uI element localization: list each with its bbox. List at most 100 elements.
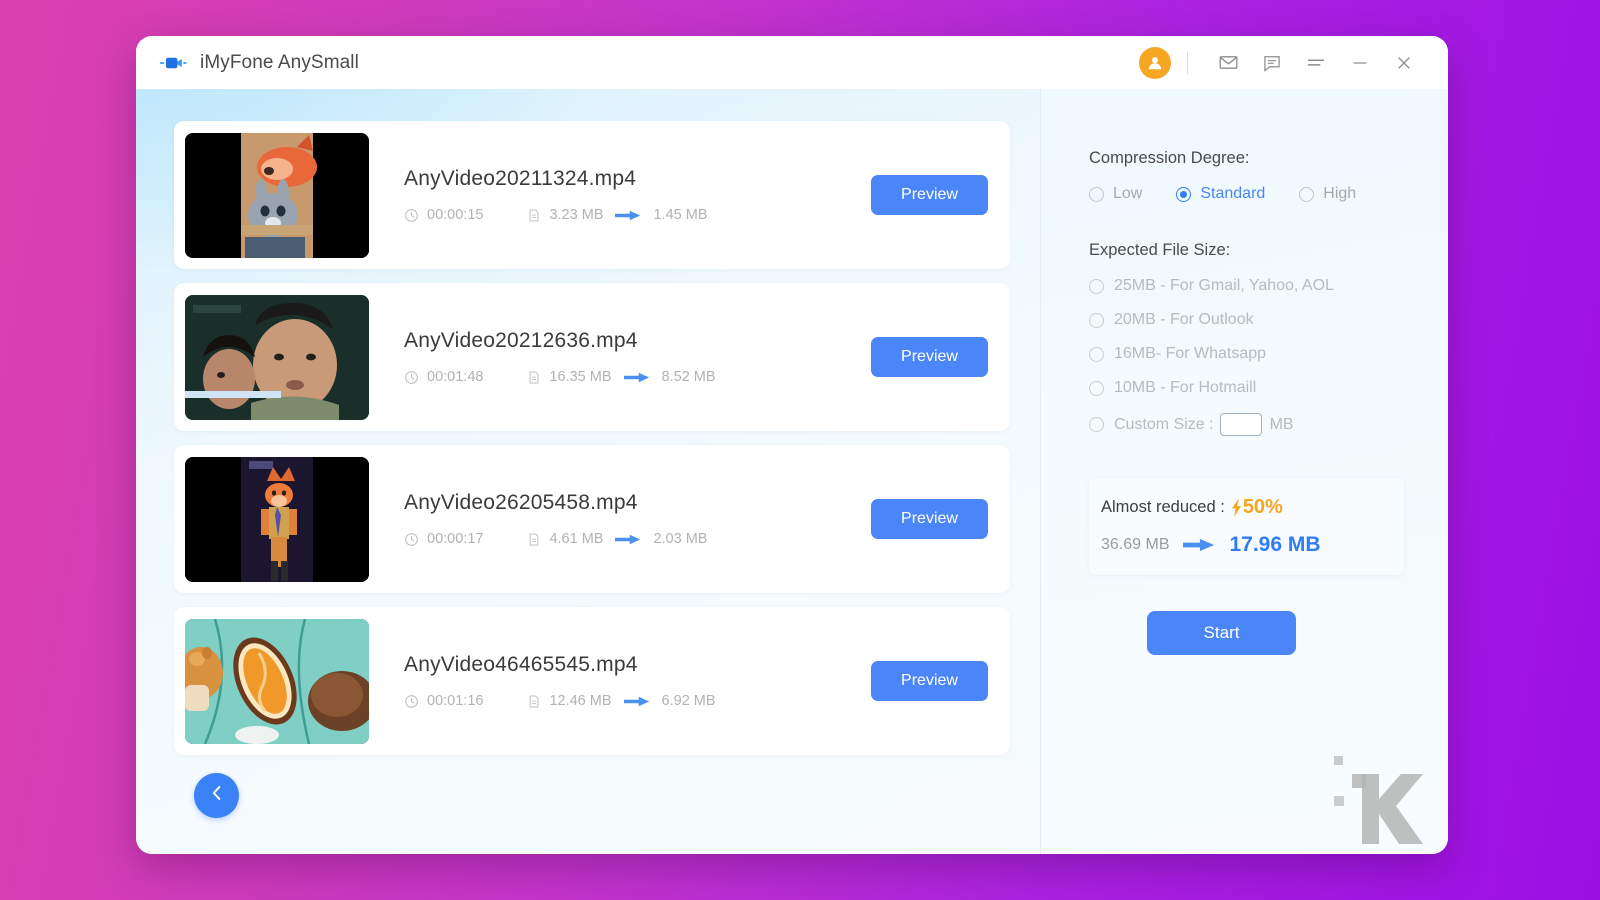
hamburger-menu-icon[interactable] xyxy=(1294,45,1338,81)
chevron-left-icon xyxy=(206,782,228,809)
clock-icon xyxy=(404,370,419,385)
radio-label: 16MB- For Whatsapp xyxy=(1114,345,1267,362)
radio-label: Standard xyxy=(1200,185,1266,202)
file-icon xyxy=(527,694,541,709)
preview-button[interactable]: Preview xyxy=(871,499,988,539)
file-list-item[interactable]: AnyVideo46465545.mp4 00:01:16 12.46 MB 6… xyxy=(174,607,1010,755)
size-before-meta: 4.61 MB xyxy=(527,531,603,547)
duration-meta: 00:00:15 xyxy=(404,207,483,223)
total-size-line: 36.69 MB 17.96 MB xyxy=(1101,533,1404,557)
duration-meta: 00:01:48 xyxy=(404,369,483,385)
video-thumbnail[interactable] xyxy=(185,618,369,744)
file-info: AnyVideo46465545.mp4 00:01:16 12.46 MB 6… xyxy=(369,653,871,709)
radio-compression-low[interactable]: Low xyxy=(1089,185,1142,203)
knowtechie-k-watermark xyxy=(1304,734,1424,844)
duration-value: 00:01:16 xyxy=(427,693,484,709)
titlebar-divider xyxy=(1187,51,1188,74)
file-icon xyxy=(527,370,541,385)
clock-icon xyxy=(404,532,419,547)
file-name: AnyVideo20212636.mp4 xyxy=(404,329,638,352)
arrow-right-icon xyxy=(615,533,641,546)
file-list-item[interactable]: AnyVideo20212636.mp4 00:01:48 16.35 MB 8… xyxy=(174,283,1010,431)
size-before-value: 4.61 MB xyxy=(549,531,604,547)
total-size-before: 36.69 MB xyxy=(1101,536,1170,553)
radio-dot xyxy=(1089,186,1104,202)
radio-dot xyxy=(1089,417,1104,432)
video-thumbnail[interactable] xyxy=(185,456,369,582)
reduced-label: Almost reduced : xyxy=(1101,498,1225,516)
size-after-value: 2.03 MB xyxy=(653,531,708,547)
file-meta: 00:01:48 16.35 MB 8.52 MB xyxy=(404,369,871,385)
size-before-meta: 16.35 MB xyxy=(527,369,612,385)
title-bar: iMyFone AnySmall xyxy=(136,36,1448,89)
back-button[interactable] xyxy=(194,773,239,818)
duration-meta: 00:01:16 xyxy=(404,693,483,709)
file-name: AnyVideo46465545.mp4 xyxy=(404,653,638,676)
size-after-value: 6.92 MB xyxy=(661,693,716,709)
radio-dot xyxy=(1089,346,1104,362)
radio-size-20mb[interactable]: 20MB - For Outlook xyxy=(1089,311,1448,329)
file-list-item[interactable]: AnyVideo26205458.mp4 00:00:17 4.61 MB 2.… xyxy=(174,445,1010,593)
custom-size-unit: MB xyxy=(1269,415,1294,433)
arrow-right-icon xyxy=(615,209,641,222)
arrow-right-icon xyxy=(1183,537,1215,553)
radio-dot xyxy=(1299,186,1315,202)
custom-size-input[interactable] xyxy=(1219,413,1262,436)
compression-degree-label: Compression Degree: xyxy=(1089,149,1250,167)
custom-size-label: Custom Size : xyxy=(1114,415,1214,433)
user-avatar-icon[interactable] xyxy=(1139,46,1171,79)
app-body: AnyVideo20211324.mp4 00:00:15 3.23 MB 1.… xyxy=(136,89,1448,854)
file-info: AnyVideo26205458.mp4 00:00:17 4.61 MB 2.… xyxy=(369,491,871,547)
expected-size-group: 25MB - For Gmail, Yahoo, AOL 20MB - For … xyxy=(1089,277,1448,436)
file-icon xyxy=(527,208,541,223)
clock-icon xyxy=(404,694,419,709)
radio-label: High xyxy=(1323,185,1357,202)
duration-value: 00:01:48 xyxy=(427,369,484,385)
mail-icon[interactable] xyxy=(1206,45,1250,81)
duration-value: 00:00:17 xyxy=(427,531,484,547)
total-size-after: 17.96 MB xyxy=(1229,533,1321,556)
radio-size-10mb[interactable]: 10MB - For Hotmaill xyxy=(1089,379,1448,397)
radio-dot xyxy=(1176,186,1192,202)
size-before-value: 16.35 MB xyxy=(549,369,612,385)
file-list-pane: AnyVideo20211324.mp4 00:00:15 3.23 MB 1.… xyxy=(136,89,1041,854)
radio-label: Low xyxy=(1113,185,1143,202)
radio-size-custom[interactable]: Custom Size : MB xyxy=(1089,413,1448,436)
arrow-right-icon xyxy=(623,695,650,708)
file-name: AnyVideo26205458.mp4 xyxy=(404,491,638,514)
preview-button[interactable]: Preview xyxy=(871,337,988,377)
arrow-right-icon xyxy=(623,371,650,384)
app-title: iMyFone AnySmall xyxy=(200,51,359,73)
titlebar-actions xyxy=(1139,45,1426,81)
close-icon[interactable] xyxy=(1382,45,1426,81)
compression-summary: Almost reduced : 50% 36.69 MB 17.96 MB xyxy=(1089,478,1404,575)
file-name: AnyVideo20211324.mp4 xyxy=(404,167,637,190)
radio-compression-standard[interactable]: Standard xyxy=(1176,185,1265,203)
file-meta: 00:00:15 3.23 MB 1.45 MB xyxy=(404,207,871,223)
video-thumbnail[interactable] xyxy=(185,132,369,258)
file-info: AnyVideo20211324.mp4 00:00:15 3.23 MB 1.… xyxy=(369,167,871,223)
file-list-item[interactable]: AnyVideo20211324.mp4 00:00:15 3.23 MB 1.… xyxy=(174,121,1010,269)
size-after-value: 8.52 MB xyxy=(661,369,716,385)
preview-button[interactable]: Preview xyxy=(871,175,988,215)
radio-size-16mb[interactable]: 16MB- For Whatsapp xyxy=(1089,345,1448,363)
size-before-value: 3.23 MB xyxy=(549,207,604,223)
minimize-icon[interactable] xyxy=(1338,45,1382,81)
chat-bubble-icon[interactable] xyxy=(1250,45,1294,81)
size-before-value: 12.46 MB xyxy=(549,693,612,709)
radio-label: 25MB - For Gmail, Yahoo, AOL xyxy=(1114,277,1334,294)
clock-icon xyxy=(404,208,419,223)
start-button[interactable]: Start xyxy=(1147,611,1296,655)
radio-dot xyxy=(1089,380,1104,396)
duration-value: 00:00:15 xyxy=(427,207,484,223)
video-thumbnail[interactable] xyxy=(185,294,369,420)
expected-file-size-label: Expected File Size: xyxy=(1089,241,1231,259)
radio-label: 10MB - For Hotmaill xyxy=(1114,379,1257,396)
video-camera-icon xyxy=(156,49,190,77)
preview-button[interactable]: Preview xyxy=(871,661,988,701)
compression-degree-group: Low Standard High xyxy=(1089,185,1448,203)
radio-label: 20MB - For Outlook xyxy=(1114,311,1254,328)
radio-size-25mb[interactable]: 25MB - For Gmail, Yahoo, AOL xyxy=(1089,277,1448,295)
file-icon xyxy=(527,532,541,547)
radio-compression-high[interactable]: High xyxy=(1299,185,1356,203)
